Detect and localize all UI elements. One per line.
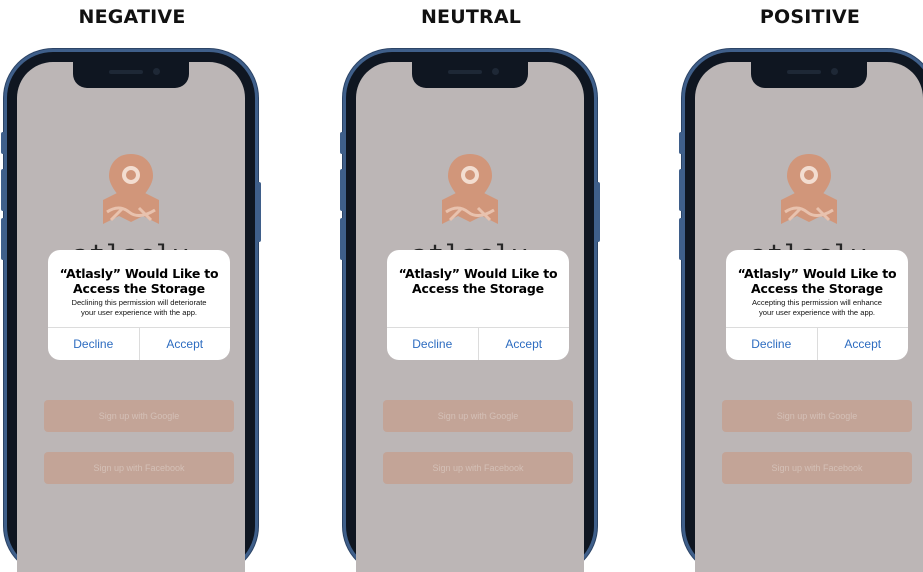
decline-button[interactable]: Decline <box>387 328 478 360</box>
speaker-icon <box>109 70 143 74</box>
dialog-actions: Decline Accept <box>48 327 230 360</box>
volume-down-button <box>1 218 5 260</box>
variant-heading: NEGATIVE <box>78 6 186 28</box>
sign-up-google-button[interactable]: Sign up with Google <box>722 400 912 432</box>
sign-up-facebook-button[interactable]: Sign up with Facebook <box>44 452 234 484</box>
phone-screen: atlasly Sign up with Google Sign up with… <box>356 62 584 572</box>
power-button <box>596 182 600 242</box>
permission-dialog: “Atlasly” Would Like to Access the Stora… <box>387 250 569 360</box>
dialog-title: “Atlasly” Would Like to Access the Stora… <box>48 266 230 296</box>
dialog-title: “Atlasly” Would Like to Access the Stora… <box>726 266 908 296</box>
variant-neutral: NEUTRAL atlasly Sign up with Google Sign… <box>340 0 601 572</box>
sign-up-google-button[interactable]: Sign up with Google <box>383 400 573 432</box>
notch <box>751 62 867 88</box>
mute-switch <box>1 132 5 154</box>
dialog-message: Declining this permission will deteriora… <box>54 298 224 318</box>
volume-up-button <box>1 169 5 211</box>
camera-icon <box>492 68 499 75</box>
phone-mockup: atlasly Sign up with Google Sign up with… <box>340 52 600 572</box>
sign-up-facebook-button[interactable]: Sign up with Facebook <box>383 452 573 484</box>
accept-button[interactable]: Accept <box>816 328 909 360</box>
dialog-message-line: Accepting this permission will enhance <box>751 298 882 307</box>
decline-button[interactable]: Decline <box>726 328 817 360</box>
phone-mockup: atlasly Sign up with Google Sign up with… <box>679 52 923 572</box>
map-pin-icon <box>103 154 159 224</box>
power-button <box>257 182 261 242</box>
volume-up-button <box>340 169 344 211</box>
permission-dialog: “Atlasly” Would Like to Access the Stora… <box>726 250 908 360</box>
map-pin-icon <box>442 154 498 224</box>
decline-button[interactable]: Decline <box>48 328 139 360</box>
dialog-title-line: “Atlasly” Would Like to <box>59 266 219 281</box>
volume-down-button <box>679 218 683 260</box>
variant-negative: NEGATIVE atlasly Sign up with Google Sig… <box>1 0 262 572</box>
dialog-message-line: your user experience with the app. <box>80 308 198 317</box>
speaker-icon <box>787 70 821 74</box>
volume-up-button <box>679 169 683 211</box>
dialog-title-line: Access the Storage <box>751 281 883 296</box>
sign-up-facebook-button[interactable]: Sign up with Facebook <box>722 452 912 484</box>
notch <box>412 62 528 88</box>
accept-button[interactable]: Accept <box>477 328 570 360</box>
phone-screen: atlasly Sign up with Google Sign up with… <box>695 62 923 572</box>
sign-up-google-button[interactable]: Sign up with Google <box>44 400 234 432</box>
dialog-title-line: Access the Storage <box>412 281 544 296</box>
phone-screen: atlasly Sign up with Google Sign up with… <box>17 62 245 572</box>
dialog-message: Accepting this permission will enhance y… <box>732 298 902 318</box>
volume-down-button <box>340 218 344 260</box>
speaker-icon <box>448 70 482 74</box>
camera-icon <box>831 68 838 75</box>
dialog-title-line: “Atlasly” Would Like to <box>398 266 558 281</box>
dialog-actions: Decline Accept <box>726 327 908 360</box>
dialog-title: “Atlasly” Would Like to Access the Stora… <box>387 266 569 296</box>
variant-heading: POSITIVE <box>759 6 861 28</box>
variant-positive: POSITIVE atlasly Sign up with Google Sig… <box>679 0 923 572</box>
map-pin-icon <box>781 154 837 224</box>
phone-mockup: atlasly Sign up with Google Sign up with… <box>1 52 261 572</box>
variant-heading: NEUTRAL <box>420 6 522 28</box>
mute-switch <box>340 132 344 154</box>
dialog-title-line: “Atlasly” Would Like to <box>737 266 897 281</box>
mute-switch <box>679 132 683 154</box>
dialog-actions: Decline Accept <box>387 327 569 360</box>
notch <box>73 62 189 88</box>
dialog-message-line: your user experience with the app. <box>758 308 876 317</box>
dialog-message-line: Declining this permission will deteriora… <box>71 298 207 307</box>
camera-icon <box>153 68 160 75</box>
accept-button[interactable]: Accept <box>138 328 231 360</box>
permission-dialog: “Atlasly” Would Like to Access the Stora… <box>48 250 230 360</box>
dialog-title-line: Access the Storage <box>73 281 205 296</box>
